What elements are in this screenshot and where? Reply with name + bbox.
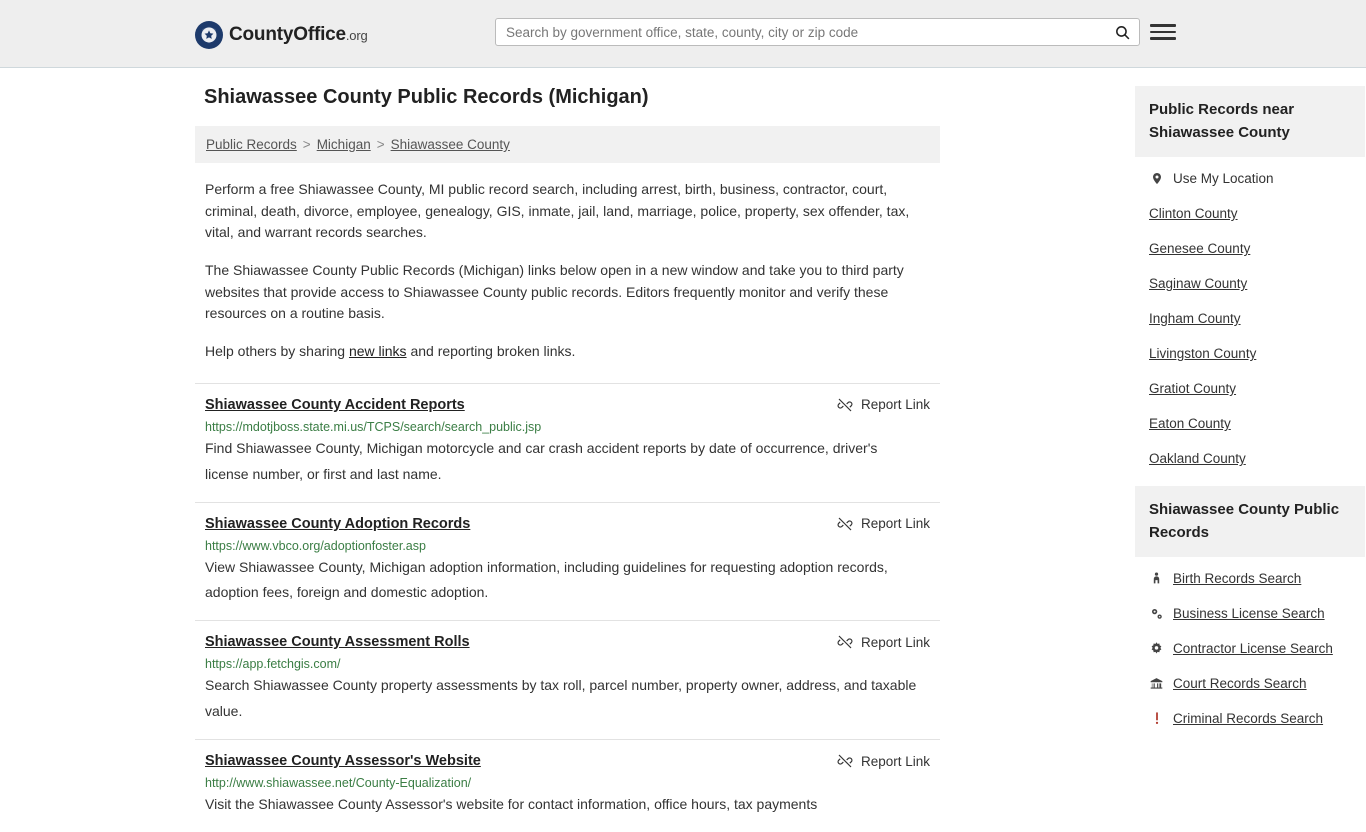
sidebar-record-label: Court Records Search xyxy=(1173,676,1307,691)
hamburger-menu-icon[interactable] xyxy=(1150,19,1176,45)
breadcrumb: Public Records > Michigan > Shiawassee C… xyxy=(195,126,940,163)
result-item: Shiawassee County Adoption Records Repor… xyxy=(195,501,940,621)
sidebar-item-criminal-records-search[interactable]: Criminal Records Search xyxy=(1135,701,1365,736)
broken-link-icon xyxy=(837,634,853,650)
sidebar-item-court-records-search[interactable]: Court Records Search xyxy=(1135,666,1365,701)
sidebar-record-label: Business License Search xyxy=(1173,606,1325,621)
report-link-label: Report Link xyxy=(860,634,930,650)
result-title-link[interactable]: Shiawassee County Accident Reports xyxy=(205,397,465,413)
page-title: Shiawassee County Public Records (Michig… xyxy=(204,86,649,108)
report-link-button[interactable]: Report Link xyxy=(837,753,930,769)
intro-p3-suffix: and reporting broken links. xyxy=(406,343,576,360)
intro-paragraph-1: Perform a free Shiawassee County, MI pub… xyxy=(205,181,910,241)
search-icon xyxy=(1114,24,1131,41)
intro-section: Perform a free Shiawassee County, MI pub… xyxy=(195,179,940,363)
report-link-button[interactable]: Report Link xyxy=(837,397,930,413)
search-bar[interactable] xyxy=(495,18,1140,46)
broken-link-icon xyxy=(837,753,853,769)
result-url: http://www.shiawassee.net/County-Equaliz… xyxy=(205,776,472,791)
sidebar-item-birth-records-search[interactable]: Birth Records Search xyxy=(1135,561,1365,596)
broken-link-icon xyxy=(837,516,853,532)
intro-paragraph-3: Help others by sharing new links and rep… xyxy=(205,341,930,363)
result-description: Search Shiawassee County property assess… xyxy=(205,677,917,720)
broken-link-icon xyxy=(837,397,853,413)
sidebar-item-contractor-license-search[interactable]: Contractor License Search xyxy=(1135,631,1365,666)
logo-word-tld: .org xyxy=(345,28,368,43)
sidebar-record-label: Birth Records Search xyxy=(1173,571,1302,586)
sidebar-item-oakland-county[interactable]: Oakland County xyxy=(1135,441,1365,476)
sidebar-item-clinton-county[interactable]: Clinton County xyxy=(1135,196,1365,231)
sidebar-item-saginaw-county[interactable]: Saginaw County xyxy=(1135,266,1365,301)
result-item: Shiawassee County Accident Reports Repor… xyxy=(195,382,940,502)
sidebar-county-label: Livingston County xyxy=(1149,346,1257,361)
result-description: Visit the Shiawassee County Assessor's w… xyxy=(205,796,818,813)
site-header: CountyOffice.org xyxy=(0,0,1366,68)
sidebar-item-livingston-county[interactable]: Livingston County xyxy=(1135,336,1365,371)
sidebar-records-list: Birth Records Search Business License Se… xyxy=(1135,557,1365,736)
sidebar-county-label: Clinton County xyxy=(1149,206,1238,221)
search-button[interactable] xyxy=(1105,19,1139,45)
sidebar-item-ingham-county[interactable]: Ingham County xyxy=(1135,301,1365,336)
result-url: https://mdotjboss.state.mi.us/TCPS/searc… xyxy=(205,419,542,434)
result-title-link[interactable]: Shiawassee County Adoption Records xyxy=(205,516,470,532)
breadcrumb-item-shiawassee-county[interactable]: Shiawassee County xyxy=(391,137,510,152)
breadcrumb-item-public-records[interactable]: Public Records xyxy=(206,137,297,152)
new-links-link[interactable]: new links xyxy=(349,343,407,359)
result-item: Shiawassee County Assessor's Website Rep… xyxy=(195,739,940,832)
courthouse-icon xyxy=(1149,676,1164,691)
breadcrumb-item-michigan[interactable]: Michigan xyxy=(317,137,371,152)
shield-star-icon xyxy=(195,21,223,49)
sidebar-record-label: Criminal Records Search xyxy=(1173,711,1324,726)
sidebar-item-genesee-county[interactable]: Genesee County xyxy=(1135,231,1365,266)
breadcrumb-separator: > xyxy=(302,137,311,152)
results-list: Shiawassee County Accident Reports Repor… xyxy=(195,382,940,832)
report-link-button[interactable]: Report Link xyxy=(837,516,930,532)
report-link-label: Report Link xyxy=(860,516,930,532)
sidebar-item-use-my-location[interactable]: Use My Location xyxy=(1135,161,1365,196)
report-link-label: Report Link xyxy=(860,753,930,769)
sidebar-item-eaton-county[interactable]: Eaton County xyxy=(1135,406,1365,441)
search-input[interactable] xyxy=(496,24,1105,40)
intro-p3-prefix: Help others by sharing xyxy=(205,343,349,360)
sidebar-county-label: Gratiot County xyxy=(1149,381,1237,396)
sidebar-use-my-location-label: Use My Location xyxy=(1173,171,1274,186)
sidebar: Public Records near Shiawassee County Us… xyxy=(1135,68,1365,832)
breadcrumb-separator: > xyxy=(376,137,385,152)
result-description: View Shiawassee County, Michigan adoptio… xyxy=(205,558,888,601)
sidebar-county-label: Ingham County xyxy=(1149,311,1241,326)
sidebar-county-label: Genesee County xyxy=(1149,241,1251,256)
sidebar-county-label: Saginaw County xyxy=(1149,276,1248,291)
sidebar-county-label: Oakland County xyxy=(1149,451,1246,466)
sidebar-record-label: Contractor License Search xyxy=(1173,641,1333,656)
result-title-link[interactable]: Shiawassee County Assessment Rolls xyxy=(205,634,470,650)
page-body: Shiawassee County Public Records (Michig… xyxy=(0,68,1366,832)
sidebar-item-gratiot-county[interactable]: Gratiot County xyxy=(1135,371,1365,406)
logo-wordmark: CountyOffice.org xyxy=(229,24,368,46)
result-url: https://app.fetchgis.com/ xyxy=(205,657,341,672)
result-title-link[interactable]: Shiawassee County Assessor's Website xyxy=(205,753,481,769)
result-url: https://www.vbco.org/adoptionfoster.asp xyxy=(205,538,426,553)
intro-paragraph-2: The Shiawassee County Public Records (Mi… xyxy=(205,262,904,322)
result-description: Find Shiawassee County, Michigan motorcy… xyxy=(205,439,878,482)
logo-word-county: County xyxy=(229,24,294,45)
report-link-button[interactable]: Report Link xyxy=(837,634,930,650)
site-logo[interactable]: CountyOffice.org xyxy=(195,21,368,49)
result-item: Shiawassee County Assessment Rolls Repor… xyxy=(195,620,940,739)
exclamation-icon xyxy=(1149,711,1164,726)
logo-word-office: Office xyxy=(293,24,346,45)
gears-icon xyxy=(1149,606,1164,621)
main-content: Shiawassee County Public Records (Michig… xyxy=(195,68,940,832)
map-pin-icon xyxy=(1149,171,1164,186)
gear-icon xyxy=(1149,641,1164,656)
sidebar-county-label: Eaton County xyxy=(1149,416,1231,431)
sidebar-records-heading: Shiawassee County Public Records xyxy=(1135,486,1365,557)
sidebar-nearby-heading: Public Records near Shiawassee County xyxy=(1135,86,1365,157)
baby-icon xyxy=(1149,571,1164,586)
sidebar-item-business-license-search[interactable]: Business License Search xyxy=(1135,596,1365,631)
report-link-label: Report Link xyxy=(860,397,930,413)
sidebar-nearby-list: Use My Location Clinton County Genesee C… xyxy=(1135,157,1365,476)
